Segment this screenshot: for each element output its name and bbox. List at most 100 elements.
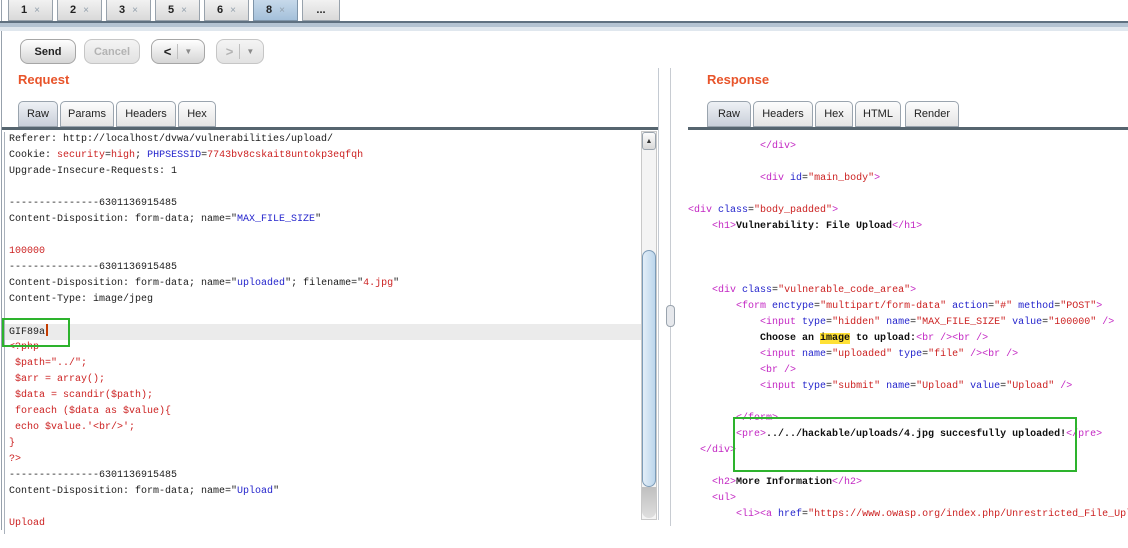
request-line: Cookie: security=high; PHPSESSID=7743bv8… bbox=[5, 148, 641, 164]
request-tab-raw[interactable]: Raw bbox=[18, 101, 58, 127]
response-line bbox=[688, 155, 1128, 171]
request-line: } bbox=[5, 436, 641, 452]
request-line bbox=[5, 228, 641, 244]
right-chevron-icon[interactable]: > bbox=[226, 44, 234, 59]
response-line: <div id="main_body"> bbox=[688, 171, 1128, 187]
scroll-up-arrow-icon[interactable]: ▲ bbox=[642, 132, 656, 150]
response-tab-html[interactable]: HTML bbox=[855, 101, 901, 127]
response-line bbox=[688, 251, 1128, 267]
request-line: Content-Disposition: form-data; name="up… bbox=[5, 276, 641, 292]
request-line: $arr = array(); bbox=[5, 372, 641, 388]
request-line bbox=[5, 180, 641, 196]
response-tab-headers[interactable]: Headers bbox=[753, 101, 813, 127]
response-line bbox=[688, 235, 1128, 251]
request-line bbox=[5, 308, 641, 324]
repeater-tab-2[interactable]: 2× bbox=[57, 0, 102, 21]
response-line: <li><a href="https://www.owasp.org/index… bbox=[688, 507, 1128, 523]
response-tab-render[interactable]: Render bbox=[905, 101, 959, 127]
chevron-down-icon[interactable]: ▼ bbox=[246, 47, 254, 56]
request-tabs-separator bbox=[2, 127, 658, 130]
response-line bbox=[688, 187, 1128, 203]
repeater-tab-5[interactable]: 5× bbox=[155, 0, 200, 21]
request-line bbox=[5, 500, 641, 516]
close-tab-icon[interactable]: × bbox=[83, 6, 89, 16]
annotation-box-gif89a bbox=[2, 318, 70, 347]
repeater-tab-1[interactable]: 1× bbox=[8, 0, 53, 21]
tab-label: 3 bbox=[119, 4, 125, 16]
request-line: echo $value.'<br/>'; bbox=[5, 420, 641, 436]
send-button[interactable]: Send bbox=[20, 39, 76, 64]
repeater-tab-3[interactable]: 3× bbox=[106, 0, 151, 21]
tab-label: ... bbox=[316, 4, 325, 16]
request-editor[interactable]: Referer: http://localhost/dvwa/vulnerabi… bbox=[4, 132, 641, 534]
response-line: <div class="vulnerable_code_area"> bbox=[688, 283, 1128, 299]
response-line: <div class="body_padded"> bbox=[688, 203, 1128, 219]
response-tab-hex[interactable]: Hex bbox=[815, 101, 853, 127]
tab-label: 2 bbox=[70, 4, 76, 16]
close-tab-icon[interactable]: × bbox=[34, 6, 40, 16]
close-tab-icon[interactable]: × bbox=[230, 6, 236, 16]
response-panel-title: Response bbox=[707, 72, 769, 87]
request-line: Upgrade-Insecure-Requests: 1 bbox=[5, 164, 641, 180]
request-line: <?php bbox=[5, 340, 641, 356]
response-line: </div> bbox=[688, 139, 1128, 155]
request-tab-headers[interactable]: Headers bbox=[116, 101, 176, 127]
prev-request-button[interactable]: < ▼ bbox=[151, 39, 205, 64]
request-line: Referer: http://localhost/dvwa/vulnerabi… bbox=[5, 132, 641, 148]
request-panel-title: Request bbox=[18, 72, 69, 87]
request-line: ?> bbox=[5, 452, 641, 468]
response-tabs-separator bbox=[688, 127, 1128, 130]
left-chevron-icon[interactable]: < bbox=[164, 44, 172, 59]
tab-label: 8 bbox=[266, 4, 272, 16]
response-line: <ul> bbox=[688, 491, 1128, 507]
request-line: ---------------6301136915485 bbox=[5, 196, 641, 212]
panel-divider-handle[interactable] bbox=[666, 305, 675, 327]
tab-label: 5 bbox=[168, 4, 174, 16]
burp-repeater-window: 1×2×3×5×6×8×... Send Cancel < ▼ > ▼ Requ… bbox=[0, 0, 1128, 548]
request-line: GIF89a bbox=[5, 324, 641, 340]
response-line: Choose an image to upload:<br /><br /> bbox=[688, 331, 1128, 347]
button-divider bbox=[239, 44, 240, 59]
window-left-border bbox=[1, 0, 2, 530]
tabstrip-shadow-light bbox=[0, 27, 1128, 31]
repeater-tab-6[interactable]: 6× bbox=[204, 0, 249, 21]
cancel-button[interactable]: Cancel bbox=[84, 39, 140, 64]
response-line: <form enctype="multipart/form-data" acti… bbox=[688, 299, 1128, 315]
request-line: Content-Type: image/jpeg bbox=[5, 292, 641, 308]
request-line: Upload bbox=[5, 516, 641, 532]
response-line: <input name="uploaded" type="file" /><br… bbox=[688, 347, 1128, 363]
request-scrollbar-thumb[interactable] bbox=[642, 250, 656, 487]
tab-label: 1 bbox=[21, 4, 27, 16]
response-line: <br /> bbox=[688, 363, 1128, 379]
next-request-button[interactable]: > ▼ bbox=[216, 39, 264, 64]
request-line: $data = scandir($path); bbox=[5, 388, 641, 404]
request-tab-params[interactable]: Params bbox=[60, 101, 114, 127]
close-tab-icon[interactable]: × bbox=[181, 6, 187, 16]
close-tab-icon[interactable]: × bbox=[132, 6, 138, 16]
annotation-box-upload-success bbox=[733, 417, 1077, 472]
repeater-tab-bar: 1×2×3×5×6×8×... bbox=[0, 0, 1128, 21]
request-scrollbar-cap bbox=[642, 487, 656, 518]
chevron-down-icon[interactable]: ▼ bbox=[184, 47, 192, 56]
tab-label: 6 bbox=[217, 4, 223, 16]
request-line: $path="../"; bbox=[5, 356, 641, 372]
response-line bbox=[688, 267, 1128, 283]
close-tab-icon[interactable]: × bbox=[279, 6, 285, 16]
response-editor[interactable]: </div> <div id="main_body"> <div class="b… bbox=[688, 139, 1128, 531]
response-tab-raw[interactable]: Raw bbox=[707, 101, 751, 127]
request-line: 100000 bbox=[5, 244, 641, 260]
response-line bbox=[688, 395, 1128, 411]
response-line: <input type="hidden" name="MAX_FILE_SIZE… bbox=[688, 315, 1128, 331]
button-divider bbox=[177, 44, 178, 59]
response-line: <h1>Vulnerability: File Upload</h1> bbox=[688, 219, 1128, 235]
panel-divider-line bbox=[670, 68, 671, 526]
request-line: Content-Disposition: form-data; name="MA… bbox=[5, 212, 641, 228]
request-line: ---------------6301136915485 bbox=[5, 468, 641, 484]
response-line: <h2>More Information</h2> bbox=[688, 475, 1128, 491]
repeater-tab-8[interactable]: 8× bbox=[253, 0, 298, 21]
response-line: <input type="submit" name="Upload" value… bbox=[688, 379, 1128, 395]
repeater-tab-...[interactable]: ... bbox=[302, 0, 340, 21]
request-tab-hex[interactable]: Hex bbox=[178, 101, 216, 127]
request-line: Content-Disposition: form-data; name="Up… bbox=[5, 484, 641, 500]
request-line: foreach ($data as $value){ bbox=[5, 404, 641, 420]
